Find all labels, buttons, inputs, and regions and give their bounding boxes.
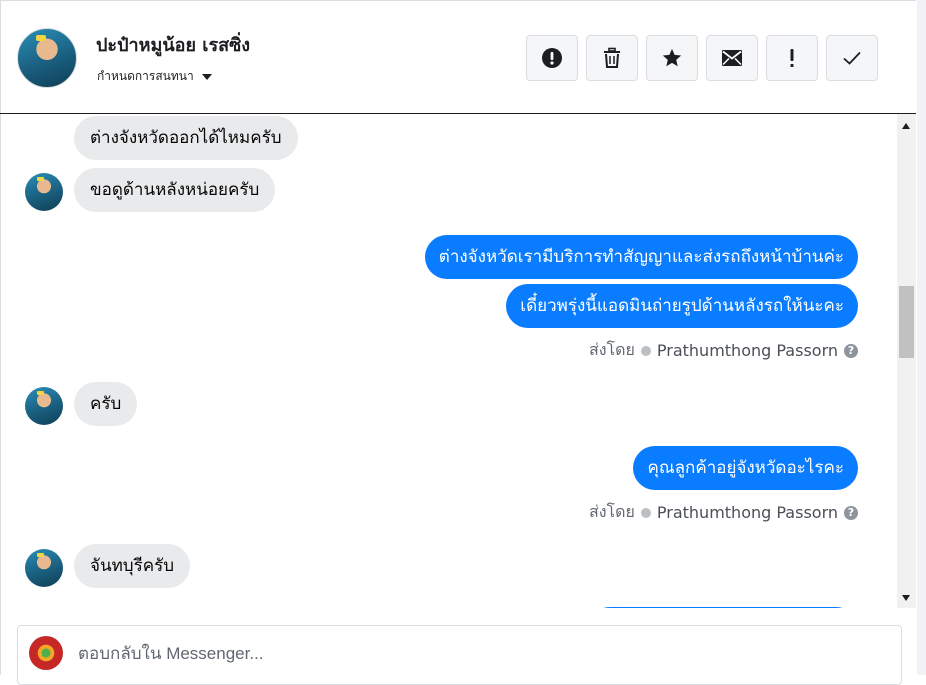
mark-spam-button[interactable] (526, 35, 578, 81)
scroll-up-icon[interactable] (902, 123, 910, 129)
message-scrollbar[interactable] (897, 114, 916, 608)
help-icon[interactable]: ? (844, 505, 858, 520)
check-icon (843, 51, 861, 65)
page-avatar (29, 636, 63, 670)
follow-up-button[interactable] (766, 35, 818, 81)
assign-conversation-dropdown[interactable]: กำหนดการสนทนา (97, 67, 212, 86)
outgoing-message-partial[interactable] (588, 607, 858, 608)
alert-circle-icon (542, 48, 562, 68)
contact-avatar-small[interactable] (25, 173, 63, 211)
conversation-toolbar (526, 35, 878, 81)
scroll-thumb[interactable] (899, 286, 914, 358)
star-icon (662, 48, 682, 67)
sent-by-label: ส่งโดย (588, 340, 635, 359)
incoming-message[interactable]: จันทบุรีครับ (74, 544, 191, 588)
contact-avatar-small[interactable] (25, 549, 63, 587)
sent-by-line: ส่งโดย Prathumthong Passorn ? (589, 500, 858, 525)
incoming-message[interactable]: ขอดูด้านหลังหน่อยครับ (74, 168, 276, 212)
status-check-icon (640, 345, 651, 356)
contact-avatar[interactable] (17, 28, 77, 88)
incoming-message[interactable]: ครับ (74, 382, 138, 426)
exclamation-icon (790, 49, 794, 67)
outgoing-message[interactable]: ต่างจังหวัดเรามีบริการทำสัญญาและส่งรถถึง… (424, 235, 858, 279)
help-icon[interactable]: ? (844, 343, 858, 358)
outgoing-message[interactable]: คุณลูกค้าอยู่จังหวัดอะไรคะ (633, 446, 858, 490)
sent-by-label: ส่งโดย (588, 502, 635, 521)
sender-name[interactable]: Prathumthong Passorn (657, 341, 838, 360)
scroll-down-icon[interactable] (902, 595, 910, 601)
sender-name[interactable]: Prathumthong Passorn (657, 503, 838, 522)
sent-by-line: ส่งโดย Prathumthong Passorn ? (589, 338, 858, 363)
status-check-icon (640, 507, 651, 518)
trash-icon (604, 47, 620, 68)
delete-button[interactable] (586, 35, 638, 81)
message-thread[interactable]: ต่างจังหวัดออกได้ไหมครับ ขอดูด้านหลังหน่… (0, 114, 897, 608)
mark-unread-button[interactable] (706, 35, 758, 81)
mark-done-button[interactable] (826, 35, 878, 81)
incoming-message[interactable]: ต่างจังหวัดออกได้ไหมครับ (74, 116, 298, 160)
envelope-icon (722, 50, 742, 66)
caret-down-icon (201, 73, 212, 80)
reply-composer (17, 625, 902, 685)
star-button[interactable] (646, 35, 698, 81)
contact-name[interactable]: ปะป๋าหมูน้อย เรสซิ่ง (96, 30, 250, 59)
conversation-header: ปะป๋าหมูน้อย เรสซิ่ง กำหนดการสนทนา (0, 0, 916, 114)
reply-input[interactable] (78, 640, 858, 668)
outgoing-message[interactable]: เดี๋ยวพรุ่งนี้แอดมินถ่ายรูปด้านหลังรถให้… (506, 284, 858, 328)
page-edge (917, 0, 926, 675)
assign-conversation-label: กำหนดการสนทนา (97, 69, 194, 83)
contact-avatar-small[interactable] (25, 387, 63, 425)
